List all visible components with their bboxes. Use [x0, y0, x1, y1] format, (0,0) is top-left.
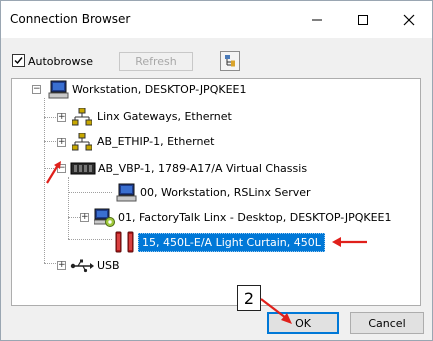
expand-icon[interactable]: +	[57, 138, 66, 147]
close-icon	[403, 14, 415, 25]
annotation-arrow-chassis	[46, 161, 61, 184]
chassis-icon	[70, 162, 96, 175]
annotation-step-number: 2	[243, 288, 255, 308]
autobrowse-checkbox[interactable]	[12, 54, 25, 67]
tree-node-label: 01, FactoryTalk Linx - Desktop, DESKTOP-…	[118, 211, 392, 224]
factorytalk-linx-icon	[94, 208, 115, 227]
workstation-icon	[116, 183, 137, 202]
connection-browser-window: Connection Browser Autobrowse Refresh − …	[0, 0, 433, 341]
minimize-button[interactable]	[294, 1, 340, 38]
minimize-icon	[312, 19, 322, 20]
tree-node-label: Workstation, DESKTOP-JPQKEE1	[72, 83, 247, 96]
cancel-label: Cancel	[368, 316, 406, 330]
annotation-arrow-light-curtain	[332, 237, 367, 247]
maximize-icon	[358, 14, 368, 25]
tree-node-label: AB_ETHIP-1, Ethernet	[97, 135, 215, 148]
maximize-button[interactable]	[340, 1, 386, 38]
tree-node-workstation[interactable]: − Workstation, DESKTOP-JPQKEE1	[12, 80, 412, 100]
refresh-label: Refresh	[135, 55, 177, 68]
workstation-icon	[48, 80, 69, 99]
tree-view-button[interactable]	[220, 51, 240, 71]
tree-node-label: USB	[97, 259, 120, 272]
expand-icon[interactable]: +	[80, 213, 89, 222]
checkmark-icon	[14, 57, 23, 65]
toolbar: Autobrowse Refresh	[1, 49, 432, 73]
refresh-button[interactable]: Refresh	[119, 52, 193, 71]
tree-node-label: Linx Gateways, Ethernet	[97, 110, 232, 123]
tree-node-factorytalk-linx[interactable]: + 01, FactoryTalk Linx - Desktop, DESKTO…	[12, 208, 412, 228]
collapse-icon[interactable]: −	[32, 85, 41, 94]
connection-tree[interactable]: − Workstation, DESKTOP-JPQKEE1 + Linx Ga…	[11, 78, 421, 306]
tree-node-rslinx-server[interactable]: 00, Workstation, RSLinx Server	[12, 183, 412, 203]
tree-node-label-selected: 15, 450L-E/A Light Curtain, 450L	[138, 233, 325, 252]
close-button[interactable]	[386, 1, 432, 38]
expand-icon[interactable]: +	[57, 261, 66, 270]
usb-icon	[70, 259, 94, 273]
tree-node-label: 00, Workstation, RSLinx Server	[140, 186, 311, 199]
light-curtain-icon	[115, 231, 134, 253]
tree-node-label: AB_VBP-1, 1789-A17/A Virtual Chassis	[98, 162, 308, 175]
autobrowse-label[interactable]: Autobrowse	[28, 55, 93, 68]
expand-icon[interactable]: +	[57, 113, 66, 122]
tree-node-virtual-chassis[interactable]: − AB_VBP-1, 1789-A17/A Virtual Chassis	[12, 159, 412, 179]
window-title: Connection Browser	[10, 12, 131, 26]
network-icon	[72, 133, 92, 151]
cancel-button[interactable]: Cancel	[350, 312, 424, 334]
tree-node-usb[interactable]: + USB	[12, 256, 412, 276]
tree-view-icon	[225, 55, 235, 67]
network-icon	[72, 108, 92, 126]
annotation-arrow-ok	[260, 298, 292, 324]
tree-node-ab-ethip[interactable]: + AB_ETHIP-1, Ethernet	[12, 132, 412, 152]
title-bar: Connection Browser	[1, 1, 432, 38]
tree-node-linx-gateways[interactable]: + Linx Gateways, Ethernet	[12, 107, 412, 127]
